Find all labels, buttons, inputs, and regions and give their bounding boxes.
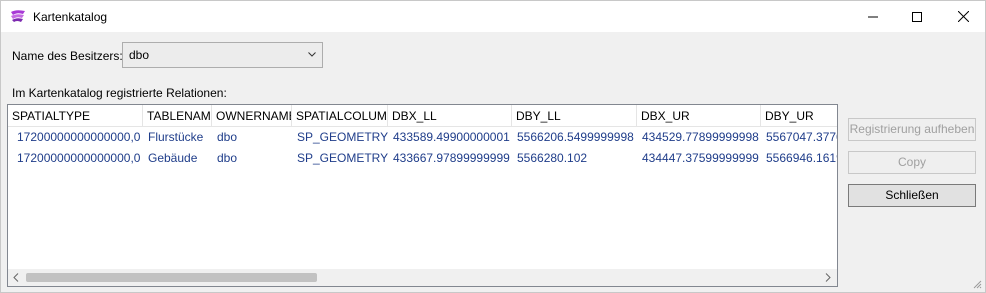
cell-dbx-ur: 434529.77899999998 <box>642 130 759 144</box>
owner-label: Name des Besitzers: <box>12 49 123 63</box>
minimize-button[interactable] <box>850 1 896 32</box>
app-logo-icon <box>11 10 25 22</box>
column-header-dbx-ur[interactable]: DBX_UR <box>637 105 761 127</box>
cell-dby-ur: 5566946.1619 <box>766 151 837 165</box>
column-header-spatialcolumn[interactable]: SPATIALCOLUMN <box>292 105 388 127</box>
owner-select-value: dbo <box>129 48 150 62</box>
column-header-dby-ur[interactable]: DBY_UR <box>761 105 837 127</box>
cell-dby-ll: 5566280.102 <box>517 151 588 165</box>
cell-spatialtype: 17200000000000000,0 <box>17 130 141 144</box>
copy-button[interactable]: Copy <box>848 151 976 174</box>
cell-ownername: dbo <box>217 130 238 144</box>
column-header-tablename[interactable]: TABLENAME <box>143 105 212 127</box>
column-header-dby-ll[interactable]: DBY_LL <box>512 105 637 127</box>
relations-table[interactable]: SPATIALTYPE TABLENAME OWNERNAME SPATIALC… <box>7 104 838 287</box>
scroll-right-icon[interactable] <box>825 273 831 282</box>
cell-dbx-ll: 433667.97899999999 <box>393 151 510 165</box>
owner-select[interactable]: dbo <box>122 42 323 68</box>
close-icon <box>957 11 969 22</box>
cell-dbx-ll: 433589.49900000001 <box>393 130 510 144</box>
title-bar: Kartenkatalog <box>1 1 985 32</box>
cell-dby-ur: 5567047.3770 <box>766 130 837 144</box>
table-row[interactable]: 17200000000000000,0 Gebäude dbo SP_GEOME… <box>8 148 837 169</box>
close-button[interactable]: Schließen <box>848 184 976 207</box>
cell-tablename: Gebäude <box>148 151 198 165</box>
unregister-button[interactable]: Registrierung aufheben <box>848 118 976 141</box>
table-row[interactable]: 17200000000000000,0 Flurstücke dbo SP_GE… <box>8 127 837 148</box>
cell-spatialcolumn: SP_GEOMETRY <box>297 130 388 144</box>
cell-tablename: Flurstücke <box>148 130 204 144</box>
cell-dby-ll: 5566206.5499999998 <box>517 130 634 144</box>
horizontal-scrollbar[interactable] <box>8 269 837 286</box>
chevron-down-icon <box>308 52 316 57</box>
maximize-button[interactable] <box>894 1 940 32</box>
cell-spatialtype: 17200000000000000,0 <box>17 151 141 165</box>
maximize-icon <box>912 11 922 22</box>
cell-spatialcolumn: SP_GEOMETRY <box>297 151 388 165</box>
cell-dbx-ur: 434447.37599999999 <box>642 151 759 165</box>
column-header-spatialtype[interactable]: SPATIALTYPE <box>8 105 143 127</box>
column-header-ownername[interactable]: OWNERNAME <box>212 105 292 127</box>
table-header: SPATIALTYPE TABLENAME OWNERNAME SPATIALC… <box>8 105 837 127</box>
cell-ownername: dbo <box>217 151 238 165</box>
resize-grip-icon[interactable] <box>972 279 982 289</box>
relations-label: Im Kartenkatalog registrierte Relationen… <box>12 86 227 100</box>
scroll-left-icon[interactable] <box>13 273 19 282</box>
window-title: Kartenkatalog <box>33 10 108 24</box>
column-header-dbx-ll[interactable]: DBX_LL <box>388 105 512 127</box>
kartenkatalog-window: Kartenkatalog Name des Besitzers: dbo Im… <box>0 0 986 293</box>
minimize-icon <box>868 16 878 17</box>
scrollbar-thumb[interactable] <box>26 273 317 282</box>
close-window-button[interactable] <box>940 1 986 32</box>
